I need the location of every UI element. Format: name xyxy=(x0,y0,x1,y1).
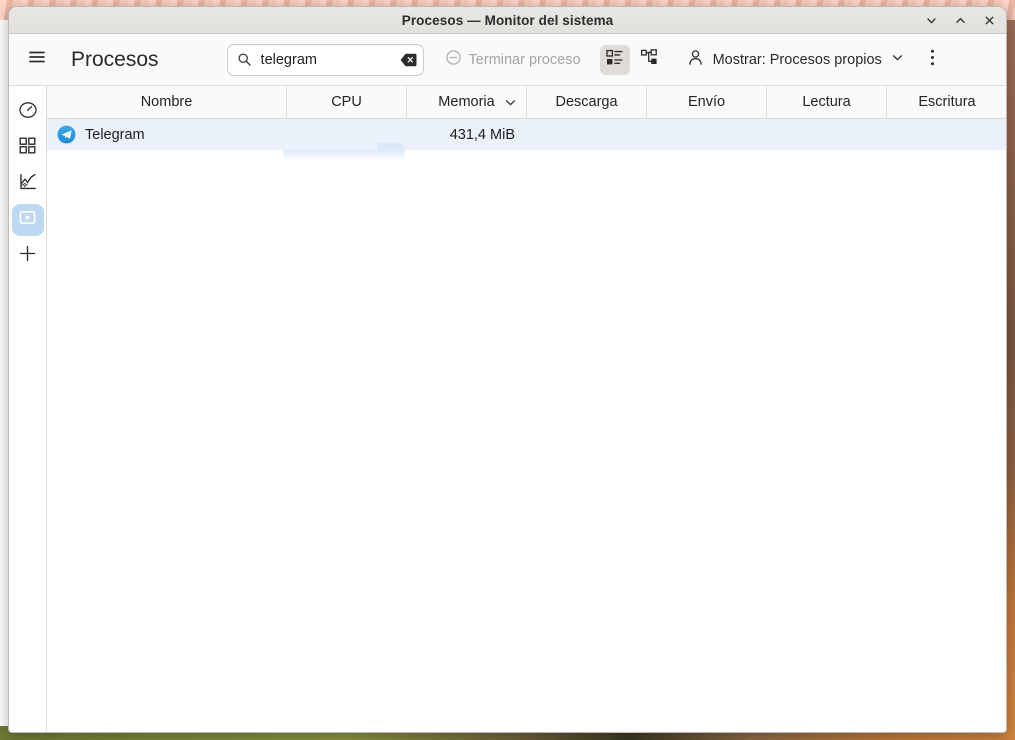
cell-lectura xyxy=(767,119,887,150)
window-title: Procesos — Monitor del sistema xyxy=(401,12,614,28)
sort-indicator-chevron-down-icon xyxy=(504,96,517,109)
sidebar-item-overview[interactable] xyxy=(12,96,44,128)
kebab-menu-icon xyxy=(930,48,935,72)
window-body: Nombre CPU Memoria Descarga Envío Lectura Escr… xyxy=(9,86,1006,732)
stop-circle-icon xyxy=(445,49,462,70)
tree-view-button[interactable] xyxy=(635,45,665,75)
kill-process-label: Terminar proceso xyxy=(468,51,581,68)
hamburger-menu-button[interactable] xyxy=(21,44,53,76)
plus-icon xyxy=(18,244,37,268)
sidebar-item-graphs[interactable] xyxy=(12,168,44,200)
cell-escritura xyxy=(887,119,1006,150)
show-filter-button[interactable]: Mostrar: Procesos propios xyxy=(683,44,908,76)
cell-cpu xyxy=(287,119,407,150)
processes-icon xyxy=(18,208,37,232)
maximize-button[interactable] xyxy=(952,12,969,29)
table-row[interactable]: Telegram 431,4 MiB xyxy=(47,119,1006,150)
search-icon xyxy=(237,52,252,67)
window-titlebar: Procesos — Monitor del sistema xyxy=(9,7,1006,34)
search-input[interactable] xyxy=(251,51,400,68)
sidebar-item-apps[interactable] xyxy=(12,132,44,164)
column-header-cpu[interactable]: CPU xyxy=(287,86,407,118)
page-title: Procesos xyxy=(71,47,159,71)
overflow-menu-button[interactable] xyxy=(920,45,946,75)
process-table-container: Nombre CPU Memoria Descarga Envío Lectura Escr… xyxy=(47,86,1006,732)
person-icon xyxy=(687,49,704,71)
column-header-label: Lectura xyxy=(802,94,851,110)
list-view-icon xyxy=(605,48,624,72)
sidebar xyxy=(9,86,47,732)
row-render-artifact xyxy=(283,150,405,161)
window-controls xyxy=(923,7,998,34)
column-header-descarga[interactable]: Descarga xyxy=(527,86,647,118)
close-button[interactable] xyxy=(981,12,998,29)
process-name: Telegram xyxy=(85,126,145,143)
column-header-escritura[interactable]: Escritura xyxy=(887,86,1006,118)
sidebar-item-processes[interactable] xyxy=(11,204,44,236)
hamburger-menu-icon xyxy=(27,47,47,72)
column-header-label: Envío xyxy=(687,94,726,110)
column-header-lectura[interactable]: Lectura xyxy=(767,86,887,118)
kill-process-button[interactable]: Terminar proceso xyxy=(438,44,588,76)
column-header-label: Escritura xyxy=(918,94,976,110)
chart-icon xyxy=(18,172,38,197)
tree-view-icon xyxy=(640,48,659,72)
column-header-label: Nombre xyxy=(140,94,193,110)
grid-icon xyxy=(18,136,37,160)
column-header-nombre[interactable]: Nombre xyxy=(47,86,287,118)
system-monitor-window: Procesos — Monitor del sistema Procesos xyxy=(8,6,1007,733)
search-container xyxy=(226,43,424,76)
list-view-button[interactable] xyxy=(599,44,630,75)
column-header-label: Memoria xyxy=(438,94,495,110)
view-toggle-group xyxy=(599,44,665,75)
column-header-label: Descarga xyxy=(555,94,618,110)
chevron-down-icon xyxy=(891,51,904,69)
header-toolbar: Procesos telegram Terminar proceso Mostr… xyxy=(9,34,1006,86)
cell-name: Telegram xyxy=(47,119,287,150)
telegram-icon xyxy=(57,125,76,144)
sidebar-item-add[interactable] xyxy=(12,240,44,272)
search-box[interactable] xyxy=(226,43,424,76)
table-header-row: Nombre CPU Memoria Descarga Envío Lectura Escr… xyxy=(47,86,1006,119)
column-header-label: CPU xyxy=(331,94,362,110)
search-clear-button[interactable] xyxy=(400,52,417,67)
gauge-icon xyxy=(18,100,38,125)
column-header-memoria[interactable]: Memoria xyxy=(407,86,527,118)
cell-memoria: 431,4 MiB xyxy=(407,119,527,150)
column-header-env-o[interactable]: Envío xyxy=(647,86,767,118)
cell-value: 431,4 MiB xyxy=(449,126,515,143)
cell-descarga xyxy=(527,119,647,150)
minimize-button[interactable] xyxy=(923,12,940,29)
table-body: Telegram 431,4 MiB xyxy=(47,119,1006,732)
cell-envio xyxy=(647,119,767,150)
show-filter-label: Mostrar: Procesos propios xyxy=(712,51,882,68)
